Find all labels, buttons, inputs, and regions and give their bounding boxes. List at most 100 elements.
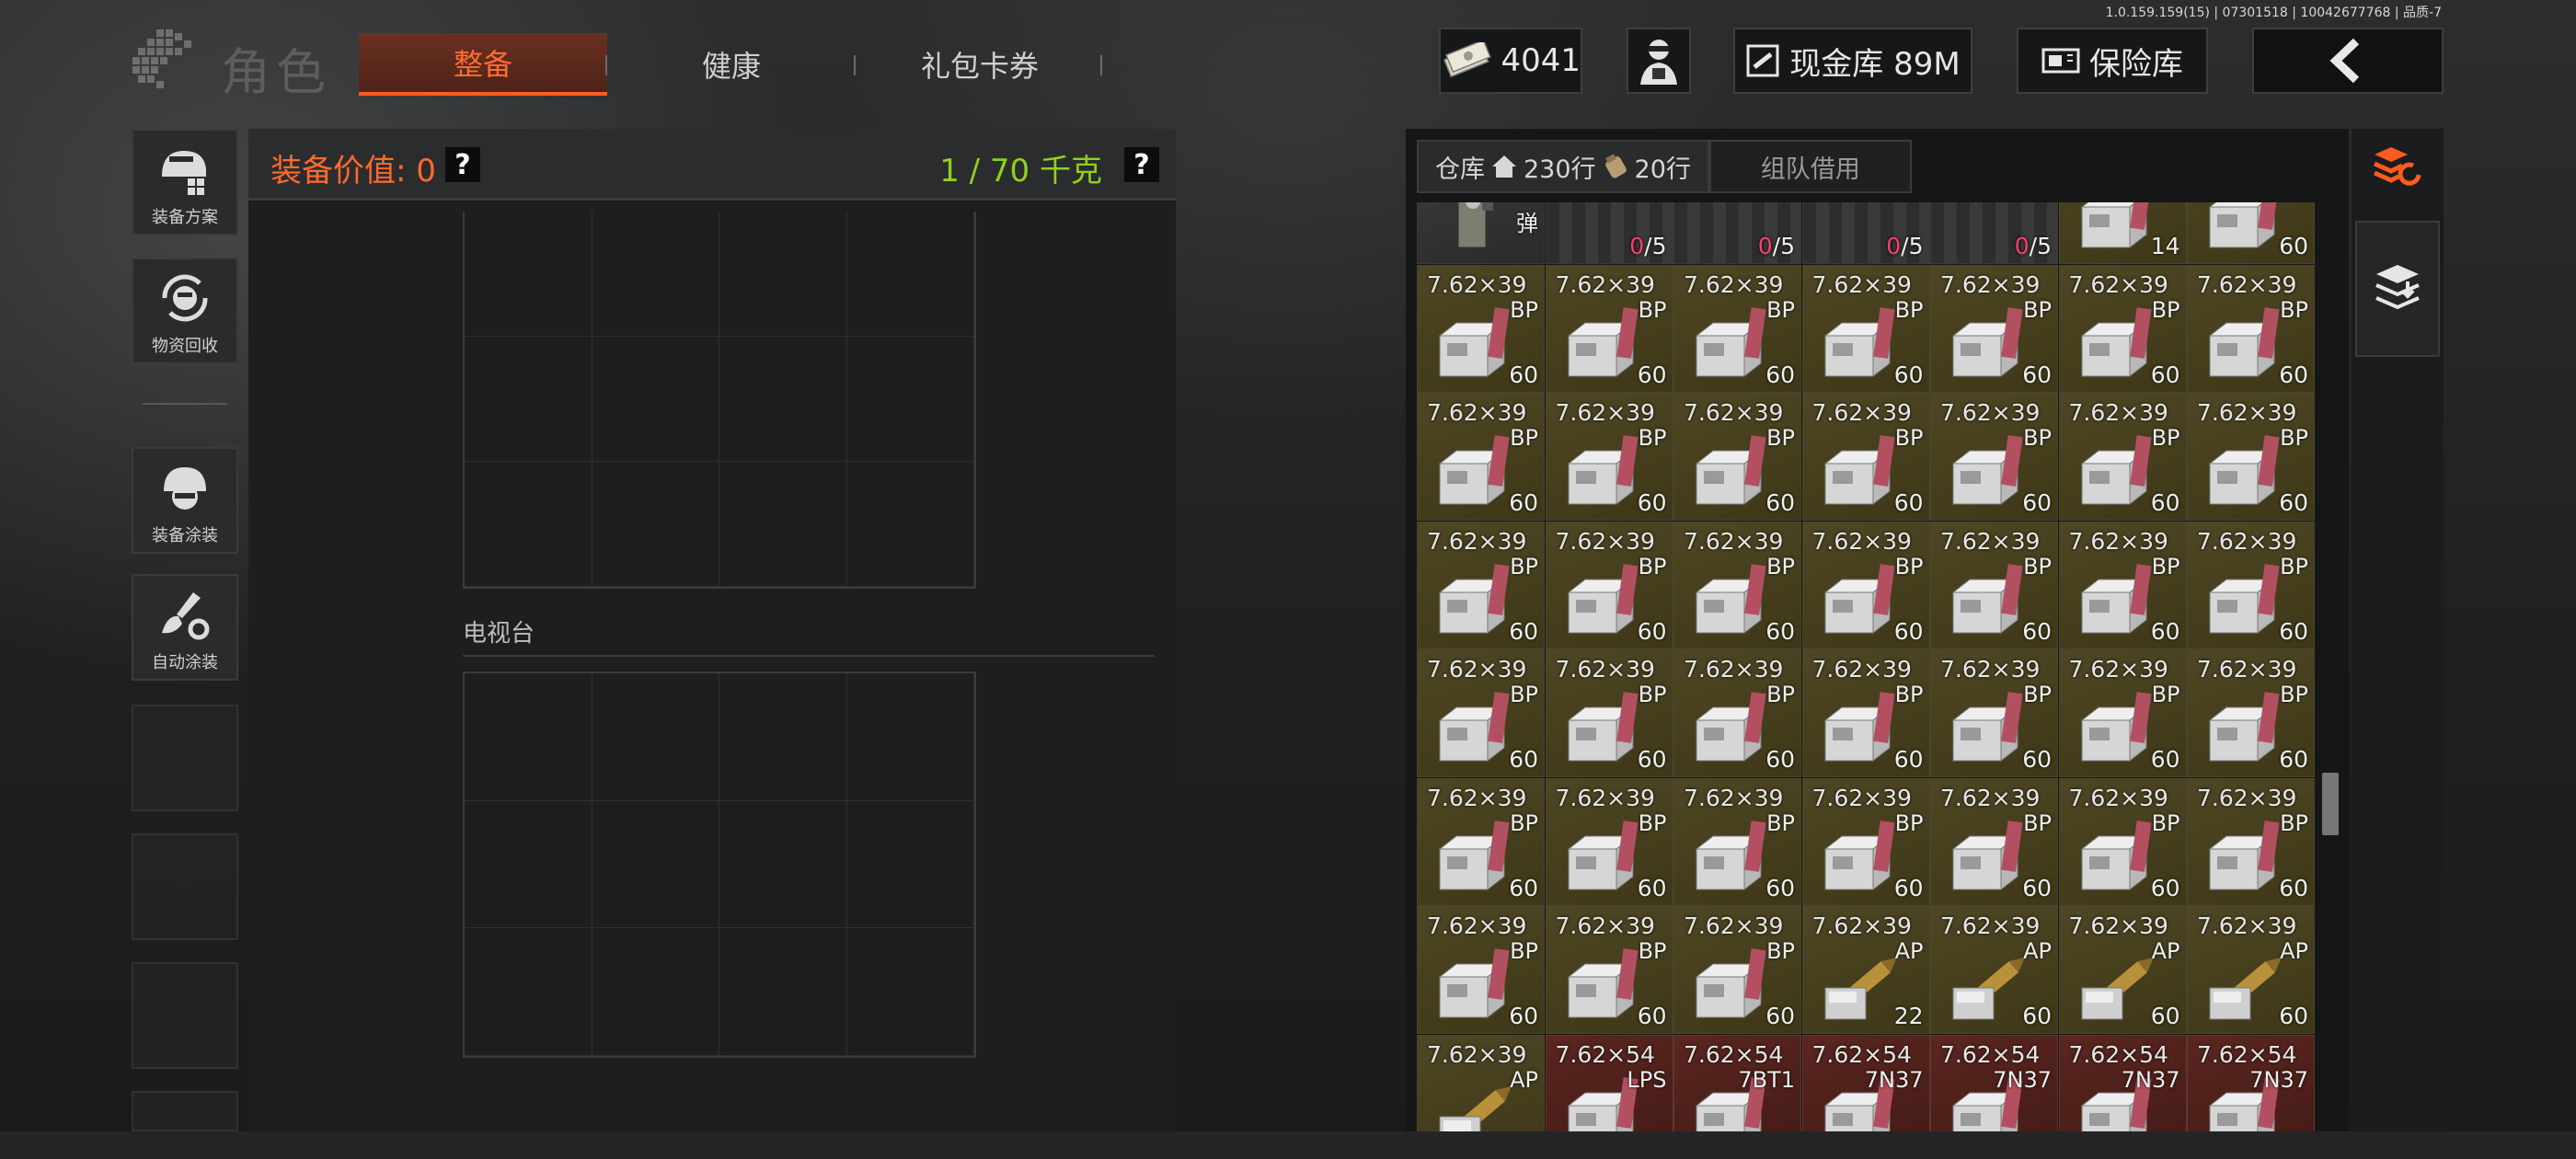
ammo-caliber: 7.62×39 — [1684, 912, 1784, 939]
sidebar-item-skin[interactable]: 装备涂装 — [132, 447, 238, 554]
inventory-cell[interactable]: 7.62×39 BP 60 — [1930, 264, 2058, 393]
sidebar-empty-slot[interactable] — [132, 833, 238, 940]
ammo-type: BP — [2280, 682, 2308, 707]
inventory-cell[interactable]: 7.62×39 BP 60 — [2058, 777, 2187, 906]
equipment-value: 装备价值: 0 — [270, 153, 436, 189]
inventory-cell[interactable]: 7.62×39 BP 60 — [1545, 521, 1673, 649]
inventory-cell[interactable]: 7.62×39 BP 60 — [2058, 521, 2187, 649]
inventory-cell[interactable]: 7.62×39 BP 60 — [1801, 264, 1930, 393]
inventory-cell[interactable]: 7.62×39 BP 60 — [2187, 649, 2315, 777]
ammo-caliber: 7.62×39 — [2068, 527, 2168, 555]
inventory-cell[interactable]: 7.62×39 BP 60 — [2187, 777, 2315, 906]
inventory-cell[interactable]: 7.62×39 BP 60 — [1673, 264, 1801, 393]
sidebar-empty-slot[interactable] — [132, 962, 238, 1069]
trader-button[interactable] — [1627, 28, 1691, 94]
tab-gift-cards[interactable]: 礼包卡券 — [874, 33, 1086, 96]
inventory-cell[interactable]: 7.62×39 AP 22 — [1801, 906, 1930, 1034]
inventory-cell[interactable]: 7.62×39 BP 60 — [2058, 393, 2187, 521]
inventory-cell[interactable]: 7.62×39 BP 60 — [2058, 264, 2187, 393]
sidebar-item-label: 装备涂装 — [152, 526, 218, 545]
inventory-cell[interactable]: 7.62×39 AP 60 — [1930, 906, 2058, 1034]
inventory-cell[interactable]: 0/5 — [1801, 202, 1930, 264]
ammo-count: 60 — [2022, 361, 2052, 388]
inventory-grid[interactable]: 弹0/50/50/50/5BP14BP607.62×39BP607.62×39B… — [1417, 202, 2315, 1131]
inventory-cell[interactable]: 7.62×39 BP 60 — [1417, 649, 1545, 777]
tv-grid[interactable] — [463, 671, 976, 1058]
inventory-cell[interactable]: 7.62×39 BP 60 — [1417, 521, 1545, 649]
inventory-cell[interactable]: 7.62×39 BP 60 — [1545, 393, 1673, 521]
ammo-count: 60 — [1637, 617, 1667, 645]
collect-button[interactable] — [2355, 221, 2440, 357]
inventory-cell[interactable]: 7.62×39 BP 60 — [1545, 649, 1673, 777]
ammo-type: BP — [1510, 938, 1538, 964]
inventory-cell[interactable]: 7.62×39 BP 60 — [1417, 906, 1545, 1034]
sidebar-item-recycle[interactable]: 物资回收 — [132, 258, 238, 364]
ammo-type: 7N37 — [1993, 1066, 2052, 1093]
container-grid[interactable] — [463, 212, 976, 589]
inventory-cell[interactable]: 7.62×39 BP 60 — [1801, 393, 1930, 521]
cash-vault-button[interactable]: 现金库 89M — [1733, 28, 1972, 94]
inventory-cell[interactable]: 7.62×54 LPS — [1545, 1034, 1673, 1131]
currency-button[interactable]: 4041 — [1439, 28, 1582, 94]
inventory-scrollbar[interactable] — [2322, 773, 2339, 835]
inventory-cell[interactable]: 0/5 — [1545, 202, 1673, 264]
ammo-count: 60 — [2279, 874, 2308, 901]
tab-warehouse[interactable]: 仓库 230行 20行 — [1417, 140, 1709, 193]
inventory-cell[interactable]: 7.62×54 7N37 — [1801, 1034, 1930, 1131]
inventory-cell[interactable]: 7.62×39 BP 60 — [1801, 649, 1930, 777]
ammo-count: 60 — [2022, 1003, 2052, 1029]
ammo-count: 60 — [1893, 361, 1924, 388]
inventory-cell[interactable]: 7.62×39 BP 60 — [2187, 521, 2315, 649]
sort-refresh-button[interactable] — [2355, 134, 2440, 201]
inventory-cell[interactable]: 7.62×39 BP 60 — [1930, 777, 2058, 906]
inventory-cell[interactable]: 弹 — [1417, 202, 1545, 264]
inventory-cell[interactable]: 7.62×39 BP 60 — [1673, 649, 1801, 777]
inventory-cell[interactable]: 7.62×54 7N37 — [2058, 1034, 2187, 1131]
back-button[interactable] — [2252, 28, 2444, 94]
inventory-cell[interactable]: 7.62×39 BP 60 — [1417, 777, 1545, 906]
inventory-cell[interactable]: 7.62×39 BP 60 — [1673, 777, 1801, 906]
help-button[interactable]: ? — [445, 147, 480, 182]
inventory-cell[interactable]: 7.62×39 BP 60 — [1930, 393, 2058, 521]
inventory-cell[interactable]: 7.62×39 BP 60 — [1673, 521, 1801, 649]
sidebar-empty-slot[interactable] — [132, 705, 238, 811]
ammo-count: 60 — [2022, 874, 2052, 901]
inventory-cell[interactable]: 7.62×39 BP 60 — [1673, 906, 1801, 1034]
inventory-cell[interactable]: 7.62×39 BP 60 — [1801, 777, 1930, 906]
inventory-cell[interactable]: BP60 — [2187, 202, 2315, 264]
ammo-count: 60 — [2022, 617, 2052, 645]
inventory-cell[interactable]: 7.62×39 BP 60 — [2187, 264, 2315, 393]
inventory-cell[interactable]: BP14 — [2058, 202, 2187, 264]
inventory-cell[interactable]: 7.62×54 7N37 — [2187, 1034, 2315, 1131]
inventory-cell[interactable]: 7.62×54 7N37 — [1930, 1034, 2058, 1131]
inventory-cell[interactable]: 7.62×39 AP 60 — [2187, 906, 2315, 1034]
inventory-cell[interactable]: 0/5 — [1930, 202, 2058, 264]
inventory-cell[interactable]: 7.62×39 BP 60 — [2187, 393, 2315, 521]
recycle-face-icon — [162, 274, 208, 322]
help-button[interactable]: ? — [1124, 147, 1159, 182]
equipment-header: 装备价值: 0 ? 1 / 70 千克 ? — [248, 129, 1176, 201]
ammo-caliber: 7.62×39 — [2197, 399, 2297, 426]
inventory-cell[interactable]: 7.62×39 BP 60 — [1801, 521, 1930, 649]
inventory-cell[interactable]: 7.62×39 BP 60 — [1417, 393, 1545, 521]
tab-equip[interactable]: 整备 — [359, 33, 607, 96]
inventory-cell[interactable]: 7.62×54 7BT1 — [1673, 1034, 1801, 1131]
tab-team-borrow[interactable]: 组队借用 — [1708, 140, 1912, 193]
sidebar-item-loadout[interactable]: 装备方案 — [132, 129, 238, 235]
inventory-cell[interactable]: 7.62×39 BP 60 — [1545, 906, 1673, 1034]
inventory-cell[interactable]: 7.62×39 BP 60 — [1673, 393, 1801, 521]
tab-separator — [854, 55, 856, 75]
inventory-cell[interactable]: 7.62×39 AP 60 — [2058, 906, 2187, 1034]
sidebar-item-auto-skin[interactable]: 自动涂装 — [132, 574, 238, 681]
inventory-cell[interactable]: 0/5 — [1673, 202, 1801, 264]
inventory-cell[interactable]: 7.62×39 BP 60 — [2058, 649, 2187, 777]
inventory-cell[interactable]: 7.62×39 BP 60 — [1930, 649, 2058, 777]
safe-box-button[interactable]: 保险库 — [2017, 28, 2208, 94]
inventory-cell[interactable]: 7.62×39 BP 60 — [1930, 521, 2058, 649]
inventory-cell[interactable]: 7.62×39 BP 60 — [1417, 264, 1545, 393]
tab-health[interactable]: 健康 — [626, 33, 837, 96]
inventory-cell[interactable]: 7.62×39 BP 60 — [1545, 777, 1673, 906]
inventory-cell[interactable]: 7.62×39 AP — [1417, 1034, 1545, 1131]
inventory-cell[interactable]: 7.62×39 BP 60 — [1545, 264, 1673, 393]
sidebar-empty-slot[interactable] — [132, 1091, 238, 1131]
